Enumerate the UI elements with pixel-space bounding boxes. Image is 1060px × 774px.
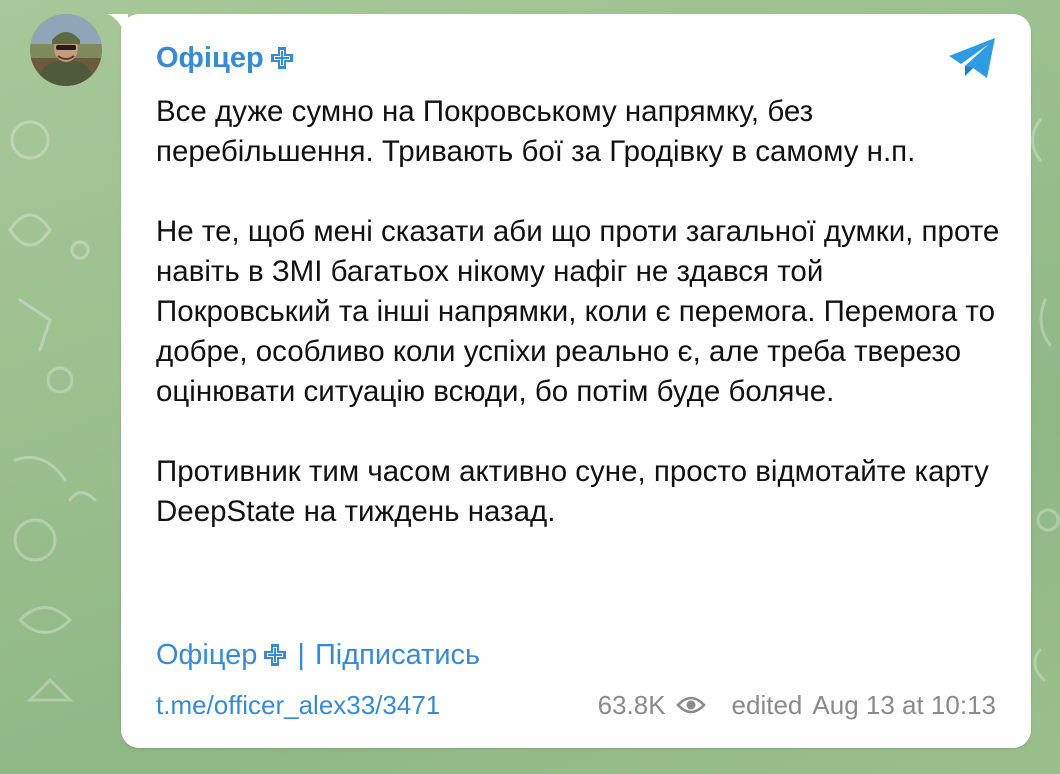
post-link[interactable]: t.me/officer_alex33/3471	[156, 688, 440, 722]
message-timestamp: Aug 13 at 10:13	[812, 690, 996, 720]
message-bubble: Офіцер Все дуже сумно на Покровському на…	[121, 14, 1031, 748]
edited-label: edited	[731, 690, 803, 720]
channel-name[interactable]: Офіцер	[156, 40, 294, 76]
message-paragraph: Все дуже сумно на Покровському напрямку,…	[156, 95, 916, 168]
channel-name-label[interactable]: Офіцер	[156, 40, 264, 76]
message-text: Все дуже сумно на Покровському напрямку,…	[156, 92, 1006, 532]
medical-cross-icon	[270, 47, 293, 69]
signature-line: Офіцер | Підписатись	[156, 636, 480, 674]
view-count: 63.8K	[597, 690, 666, 720]
eye-icon	[675, 696, 706, 714]
message-paragraph: Противник тим часом активно суне, просто…	[156, 455, 989, 528]
channel-avatar[interactable]	[30, 14, 102, 86]
medical-cross-icon	[264, 644, 287, 666]
subscribe-link[interactable]: Підписатись	[315, 636, 480, 674]
signature-separator: |	[297, 639, 305, 671]
telegram-plane-icon[interactable]	[947, 36, 999, 80]
message-paragraph: Не те, щоб мені сказати аби що проти заг…	[156, 215, 1000, 408]
signature-channel-link[interactable]: Офіцер	[156, 636, 257, 674]
message-meta: 63.8K edited Aug 13 at 10:13	[598, 688, 996, 722]
